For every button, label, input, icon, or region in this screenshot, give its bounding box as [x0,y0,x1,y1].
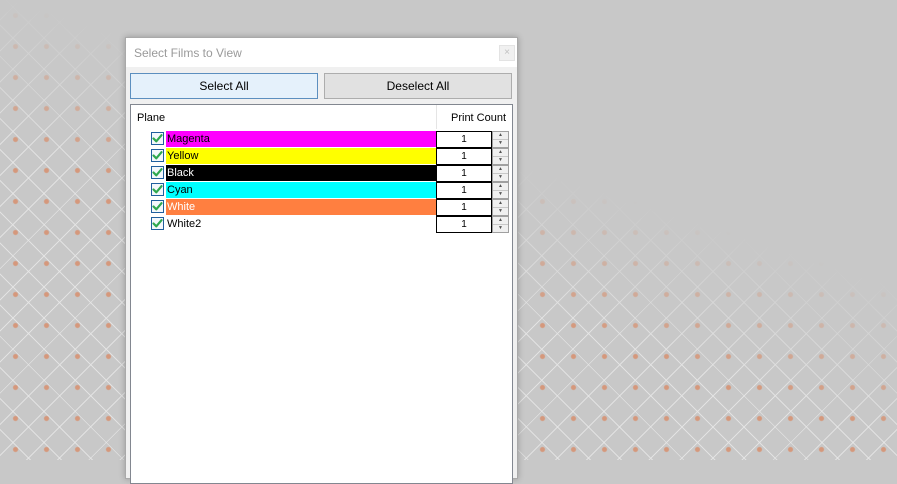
film-checkbox[interactable] [151,166,164,179]
spin-down-icon[interactable]: ▼ [493,225,508,232]
spin-down-icon[interactable]: ▼ [493,157,508,164]
column-header-plane: Plane [137,112,166,124]
spin-down-icon[interactable]: ▼ [493,191,508,198]
film-row: Cyan 1 ▲ ▼ [131,182,512,199]
dialog-titlebar: Select Films to View × [126,38,517,67]
film-checkbox[interactable] [151,132,164,145]
check-icon [152,185,163,194]
print-count-spinner[interactable]: ▲ ▼ [492,182,509,199]
film-checkbox[interactable] [151,149,164,162]
film-plane-label: Magenta [166,131,436,147]
print-count-field[interactable]: 1 [436,165,492,182]
print-count-spinner[interactable]: ▲ ▼ [492,199,509,216]
spin-up-icon[interactable]: ▲ [493,183,508,191]
check-icon [152,219,163,228]
check-icon [152,151,163,160]
close-button[interactable]: × [499,45,515,61]
check-icon [152,134,163,143]
select-films-dialog: Select Films to View × Select All Desele… [125,37,518,484]
spin-down-icon[interactable]: ▼ [493,208,508,215]
film-plane-label: Yellow [166,148,436,164]
deselect-all-button[interactable]: Deselect All [324,73,512,99]
film-plane-label: Cyan [166,182,436,198]
select-all-button[interactable]: Select All [130,73,318,99]
dialog-title: Select Films to View [134,46,242,60]
check-icon [152,202,163,211]
film-checkbox[interactable] [151,217,164,230]
print-count-spinner[interactable]: ▲ ▼ [492,165,509,182]
film-row: White 1 ▲ ▼ [131,199,512,216]
column-divider [436,105,437,129]
check-icon [152,168,163,177]
spin-up-icon[interactable]: ▲ [493,217,508,225]
films-list-panel: Plane Print Count Magenta 1 ▲ ▼ Yellow 1 ▲ ▼ Bla… [130,104,513,484]
print-count-field[interactable]: 1 [436,199,492,216]
column-header-print-count: Print Count [451,112,507,124]
film-row: White2 1 ▲ ▼ [131,216,512,233]
spin-up-icon[interactable]: ▲ [493,132,508,140]
film-row: Yellow 1 ▲ ▼ [131,148,512,165]
print-count-spinner[interactable]: ▲ ▼ [492,216,509,233]
spin-down-icon[interactable]: ▼ [493,174,508,181]
spin-down-icon[interactable]: ▼ [493,140,508,147]
film-checkbox[interactable] [151,183,164,196]
print-count-field[interactable]: 1 [436,182,492,199]
film-checkbox[interactable] [151,200,164,213]
print-count-spinner[interactable]: ▲ ▼ [492,148,509,165]
spin-up-icon[interactable]: ▲ [493,200,508,208]
film-plane-label: Black [166,165,436,181]
print-count-field[interactable]: 1 [436,216,492,233]
film-row: Black 1 ▲ ▼ [131,165,512,182]
film-plane-label: White [166,199,436,215]
spin-up-icon[interactable]: ▲ [493,166,508,174]
spin-up-icon[interactable]: ▲ [493,149,508,157]
film-row: Magenta 1 ▲ ▼ [131,131,512,148]
print-count-field[interactable]: 1 [436,148,492,165]
print-count-spinner[interactable]: ▲ ▼ [492,131,509,148]
film-plane-label: White2 [166,216,436,232]
print-count-field[interactable]: 1 [436,131,492,148]
